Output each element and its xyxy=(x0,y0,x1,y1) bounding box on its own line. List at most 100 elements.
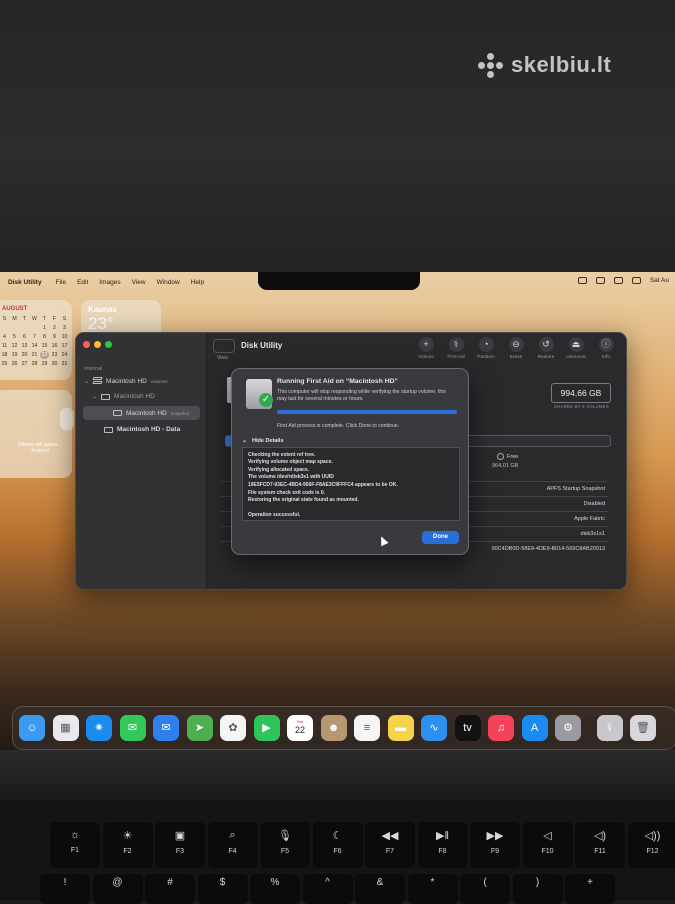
toolbar-restore-button[interactable]: ↺Restore xyxy=(534,337,558,360)
toolbar-erase-button[interactable]: ⊖Erase xyxy=(504,337,528,360)
mail-icon[interactable]: ✉ xyxy=(153,715,179,741)
photos-widget[interactable]: Photos will appea... finished xyxy=(0,390,72,478)
launchpad-icon[interactable]: ▦ xyxy=(53,715,79,741)
volume-icon: + xyxy=(419,337,434,352)
calendar-icon[interactable]: Sat22 xyxy=(287,715,313,741)
trash-icon[interactable]: 🗑 xyxy=(630,715,656,741)
disclosure-icon[interactable]: ⌄ xyxy=(92,393,97,400)
progress-bar xyxy=(277,410,457,414)
settings-icon[interactable]: ⚙ xyxy=(555,715,581,741)
menu-file[interactable]: File xyxy=(56,279,66,286)
key-f4[interactable]: ⌕ F4 xyxy=(208,822,258,868)
wifi-icon[interactable] xyxy=(614,277,623,284)
info-value: 90C4DB0D-58E9-4DE9-B014-569C8AB20013 xyxy=(492,546,605,552)
camera-notch xyxy=(258,272,420,290)
key-glyph-icon: ◁)) xyxy=(628,829,675,842)
battery-icon[interactable] xyxy=(596,277,605,284)
menu-help[interactable]: Help xyxy=(191,279,204,286)
toolbar-info-button[interactable]: ⓘInfo xyxy=(594,337,618,360)
key-f3[interactable]: ▣F3 xyxy=(155,822,205,868)
finder-icon[interactable]: ☺ xyxy=(19,715,45,741)
key-f11[interactable]: ◁)F11 xyxy=(575,822,625,868)
key-f1[interactable]: ☼F1 xyxy=(50,822,100,868)
toolbar-volume-button[interactable]: +Volume xyxy=(414,337,438,360)
capacity-value: 994,66 GB xyxy=(551,383,611,403)
log-line: The volume /dev/rdisk3s1 with UUID xyxy=(243,474,459,482)
calendar-day: 7 xyxy=(30,333,39,341)
notes-icon[interactable]: ▬ xyxy=(388,715,414,741)
calendar-day xyxy=(30,324,39,332)
close-button[interactable] xyxy=(83,341,90,348)
key-f6[interactable]: ☾F6 xyxy=(313,822,363,868)
menu-app-name[interactable]: Disk Utility xyxy=(8,279,42,286)
toolbar-label: Partition xyxy=(474,355,498,360)
calendar-day: 23 xyxy=(50,351,59,359)
sidebar-item-volume[interactable]: ⌄ Macintosh HD xyxy=(92,393,155,400)
calendar-day: 1 xyxy=(40,324,49,332)
menu-images[interactable]: Images xyxy=(99,279,120,286)
photos-icon[interactable]: ✿ xyxy=(220,715,246,741)
volume-icon xyxy=(113,410,122,416)
facetime-icon[interactable]: ▶ xyxy=(254,715,280,741)
first-aid-icon: ⚕ xyxy=(449,337,464,352)
info-value: disk3s1s1 xyxy=(581,531,605,537)
sidebar-item-container[interactable]: ⌄ Macintosh HD volumes xyxy=(84,377,168,385)
sidebar-item-label: Macintosh HD xyxy=(114,393,155,400)
toolbar-label: First Aid xyxy=(444,355,468,360)
key-label: F4 xyxy=(208,848,258,855)
toolbar-first-aid-button[interactable]: ⚕ First Aid xyxy=(444,337,468,360)
freeform-icon[interactable]: ∿ xyxy=(421,715,447,741)
key-f7[interactable]: ◀◀F7 xyxy=(365,822,415,868)
disclosure-icon[interactable]: ⌄ xyxy=(84,378,89,385)
details-log[interactable]: Checking the extent ref tree.Verifying v… xyxy=(242,447,460,521)
zoom-button[interactable] xyxy=(105,341,112,348)
calendar-day: 3 xyxy=(60,324,69,332)
key-glyph-icon: ◀◀ xyxy=(365,829,415,842)
menu-edit[interactable]: Edit xyxy=(77,279,88,286)
calendar-day: 29 xyxy=(40,360,49,368)
window-title: Disk Utility xyxy=(241,341,282,350)
key-f2[interactable]: ☀F2 xyxy=(103,822,153,868)
messages-icon[interactable]: ✉ xyxy=(120,715,146,741)
calendar-day: 5 xyxy=(10,333,19,341)
diskutility-icon[interactable]: ⚕ xyxy=(597,715,623,741)
tv-icon[interactable]: tv xyxy=(455,715,481,741)
key-f9[interactable]: ▶▶F9 xyxy=(470,822,520,868)
key-label: F2 xyxy=(103,848,153,855)
key-f10[interactable]: ◁F10 xyxy=(523,822,573,868)
key-f8[interactable]: ▶‖F8 xyxy=(418,822,468,868)
first-aid-dialog: ✓ Running First Aid on “Macintosh HD” Th… xyxy=(231,368,469,555)
sidebar-item-snapshot[interactable]: Macintosh HD snapshot xyxy=(83,406,200,420)
key-f12[interactable]: ◁))F12 xyxy=(628,822,675,868)
key-f5[interactable]: 🎙F5 xyxy=(260,822,310,868)
watermark-logo-icon xyxy=(478,53,503,78)
music-icon[interactable]: ♫ xyxy=(488,715,514,741)
maps-icon[interactable]: ➤ xyxy=(187,715,213,741)
done-button[interactable]: Done xyxy=(422,531,459,544)
log-line: File system check exit code is 0. xyxy=(243,490,459,498)
contacts-icon[interactable]: ☻ xyxy=(321,715,347,741)
calendar-month: AUGUST xyxy=(2,306,72,312)
reminders-icon[interactable]: ≡ xyxy=(354,715,380,741)
control-center-icon[interactable] xyxy=(632,277,641,284)
calendar-day: 26 xyxy=(10,360,19,368)
view-button[interactable] xyxy=(213,339,235,353)
sidebar-item-data-volume[interactable]: Macintosh HD - Data xyxy=(104,426,180,433)
erase-icon: ⊖ xyxy=(509,337,524,352)
hide-details-toggle[interactable]: ⌄ Hide Details xyxy=(242,437,284,444)
toolbar-unmount-button[interactable]: ⏏Unmount xyxy=(564,337,588,360)
calendar-widget[interactable]: AUGUST SMTWTFS12345678910111213141516171… xyxy=(0,300,72,380)
input-source-icon[interactable] xyxy=(578,277,587,284)
shared-label: SHARED BY 5 VOLUMES xyxy=(554,404,609,409)
menu-view[interactable]: View xyxy=(132,279,146,286)
menu-window[interactable]: Window xyxy=(157,279,180,286)
safari-icon[interactable]: ✷ xyxy=(86,715,112,741)
menu-clock[interactable]: Sat Au xyxy=(650,277,669,284)
calendar-day: 17 xyxy=(60,342,69,350)
view-label: View xyxy=(217,355,228,361)
key-glyph-icon: ⌕ xyxy=(208,829,258,842)
toolbar-partition-button[interactable]: ◔Partition xyxy=(474,337,498,360)
appstore-icon[interactable]: A xyxy=(522,715,548,741)
minimize-button[interactable] xyxy=(94,341,101,348)
free-legend: Free xyxy=(497,453,518,460)
